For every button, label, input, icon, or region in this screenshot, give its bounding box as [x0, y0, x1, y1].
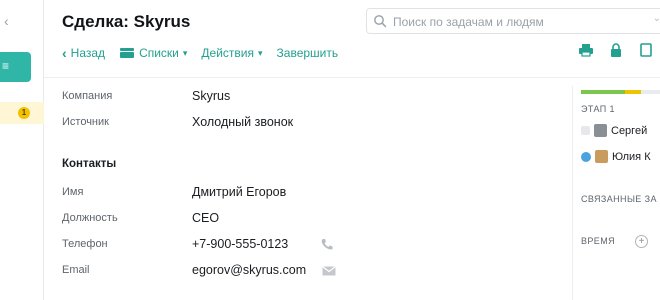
assignee-row[interactable]: Сергей — [581, 124, 647, 137]
assignee-name: Сергей — [611, 124, 648, 137]
source-label: Источник — [62, 116, 109, 128]
status-dot-icon — [581, 151, 591, 162]
name-label: Имя — [62, 186, 84, 198]
search-icon — [374, 15, 387, 28]
company-label: Компания — [62, 90, 113, 102]
chevron-down-icon: ▾ — [182, 47, 188, 58]
email-label: Email — [62, 264, 90, 276]
email-value[interactable]: egorov@skyrus.com — [192, 263, 306, 277]
assignee-name: Юлия К — [612, 150, 651, 163]
copy-icon[interactable] — [638, 42, 654, 58]
search-box[interactable]: ⌄ — [366, 8, 660, 34]
deal-header: Сделка: Skyrus ⌄ ‹ Назад Списки ▾ Действ… — [44, 0, 660, 78]
lock-icon[interactable] — [608, 42, 624, 58]
field-row-email: Email egorov@skyrus.com — [62, 262, 362, 278]
avatar — [594, 124, 607, 137]
checkbox-icon[interactable] — [581, 126, 590, 135]
stage-progress-bar — [581, 90, 660, 94]
deal-toolbar: ‹ Назад Списки ▾ Действия ▾ Завершить — [62, 44, 338, 62]
search-input[interactable] — [393, 13, 643, 31]
add-time-icon[interactable]: + — [635, 235, 648, 248]
field-row-phone: Телефон +7-900-555-0123 — [62, 236, 362, 252]
notification-badge: 1 — [18, 107, 30, 119]
company-value[interactable]: Skyrus — [192, 89, 230, 103]
actions-dropdown[interactable]: Действия ▾ — [201, 46, 262, 60]
field-row-company: Компания Skyrus — [62, 88, 362, 104]
field-row-name: Имя Дмитрий Егоров — [62, 184, 362, 200]
chevron-down-icon: ▾ — [258, 47, 263, 58]
position-value[interactable]: CEO — [192, 211, 219, 225]
deal-side-panel: ЭТАП 1 Сергей Юлия К СВЯЗАННЫЕ ЗА ВРЕМЯ … — [572, 86, 660, 300]
page-title: Сделка: Skyrus — [62, 12, 191, 31]
finish-label: Завершить — [276, 46, 339, 60]
progress-current-segment — [625, 90, 641, 94]
back-button-label: Назад — [70, 46, 106, 60]
progress-fill — [581, 90, 625, 94]
field-row-source: Источник Холодный звонок — [62, 114, 362, 130]
avatar — [595, 150, 608, 163]
phone-label: Телефон — [62, 238, 108, 250]
left-rail: ‹ ≡ 1 — [0, 0, 44, 300]
contacts-heading: Контакты — [62, 158, 117, 170]
header-actions — [578, 42, 654, 58]
chevron-left-icon: ‹ — [62, 45, 67, 61]
rail-active-item[interactable]: ≡ — [0, 52, 31, 82]
print-icon[interactable] — [578, 42, 594, 58]
lists-icon — [120, 48, 135, 58]
field-row-position: Должность CEO — [62, 210, 362, 226]
name-value[interactable]: Дмитрий Егоров — [192, 185, 286, 199]
source-value[interactable]: Холодный звонок — [192, 115, 293, 129]
position-label: Должность — [62, 212, 118, 224]
stage-label: ЭТАП 1 — [581, 104, 615, 114]
rail-item-icon: ≡ — [2, 59, 10, 73]
chevron-left-icon[interactable]: ‹ — [4, 14, 18, 28]
assignee-row[interactable]: Юлия К — [581, 150, 651, 163]
finish-button[interactable]: Завершить — [277, 46, 339, 60]
related-tasks-heading: СВЯЗАННЫЕ ЗА — [581, 194, 657, 204]
chevron-down-icon[interactable]: ⌄ — [653, 13, 660, 24]
lists-label: Списки — [139, 46, 179, 60]
time-heading: ВРЕМЯ — [581, 236, 616, 246]
envelope-icon[interactable] — [322, 265, 336, 277]
phone-value[interactable]: +7-900-555-0123 — [192, 237, 288, 251]
actions-label: Действия — [201, 46, 254, 60]
back-button[interactable]: ‹ Назад — [62, 46, 105, 60]
phone-icon[interactable] — [320, 238, 334, 250]
lists-dropdown[interactable]: Списки ▾ — [119, 46, 187, 60]
